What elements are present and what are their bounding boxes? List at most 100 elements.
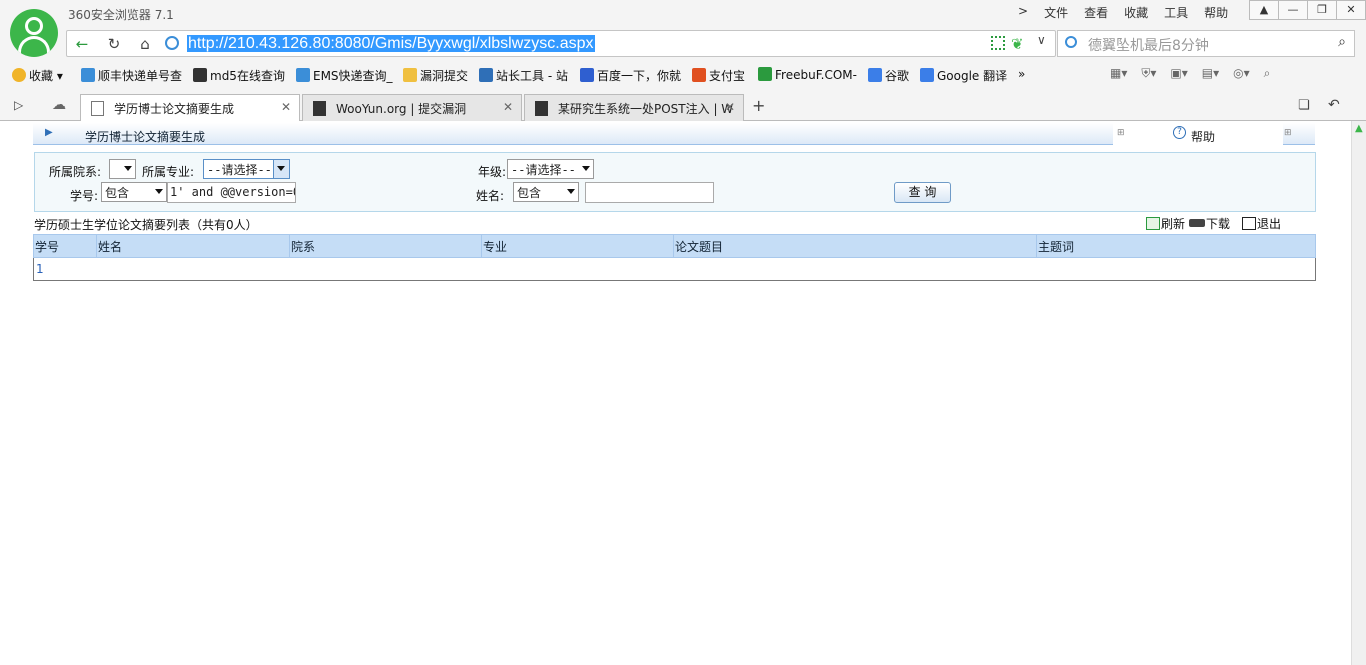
page-icon	[91, 101, 104, 116]
table-cell	[1037, 258, 1316, 281]
menu-tools[interactable]: 工具	[1164, 4, 1188, 21]
menu-view[interactable]: 查看	[1084, 4, 1108, 21]
arrow-right-icon: ▶	[45, 127, 53, 138]
vertical-scrollbar[interactable]: ▲	[1351, 121, 1366, 665]
cloud-icon[interactable]: ☁	[52, 97, 66, 113]
grade-select[interactable]: --请选择--	[507, 159, 594, 179]
minimize-button[interactable]: —	[1278, 0, 1308, 20]
undo-close-icon[interactable]: ↶	[1328, 97, 1340, 113]
search-engine-icon[interactable]	[1065, 36, 1077, 48]
major-select[interactable]: --请选择--	[203, 159, 290, 179]
column-header[interactable]: 院系	[289, 234, 482, 258]
search-icon[interactable]: ⌕	[1338, 34, 1346, 50]
dept-select[interactable]	[109, 159, 136, 179]
alipay-icon	[692, 68, 706, 82]
more-bookmarks-icon[interactable]: »	[1018, 67, 1025, 81]
close-tab-icon[interactable]: ✕	[503, 100, 513, 114]
chevron-down-icon[interactable]: ∨	[1037, 33, 1046, 47]
freebuf-icon	[758, 67, 772, 81]
shield-icon[interactable]: ⛨▾	[1141, 66, 1156, 81]
sidebar-toggle-icon[interactable]: ▷	[14, 98, 23, 112]
dropdown-arrow-icon	[277, 166, 285, 171]
help-link[interactable]: 帮助	[1191, 128, 1215, 145]
translate-icon	[920, 68, 934, 82]
wooyun-icon	[535, 101, 548, 116]
bookmark-item[interactable]: 站长工具 - 站	[479, 67, 568, 84]
menu-favorites[interactable]: 收藏	[1124, 4, 1148, 21]
bookmark-item[interactable]: Google 翻译	[920, 67, 1007, 84]
expand-icon[interactable]: ⊞	[1117, 128, 1125, 138]
apps-icon[interactable]: ▦▾	[1110, 66, 1127, 81]
dropdown-arrow-icon	[567, 189, 575, 194]
chevron-right-icon[interactable]: >	[1018, 4, 1028, 21]
wooyun-icon	[313, 101, 326, 116]
bookmark-item[interactable]: EMS快递查询_	[296, 67, 393, 84]
abstract-table: 学号 姓名 院系 专业 论文题目 主题词 1	[33, 234, 1316, 281]
bookmark-item[interactable]: 漏洞提交	[403, 67, 468, 84]
title-bar: 360安全浏览器 7.1 > 文件 查看 收藏 工具 帮助 ▲ — ❐ ✕	[0, 0, 1366, 30]
refresh-icon	[1146, 217, 1160, 230]
name-input[interactable]	[585, 182, 714, 203]
bookmark-favorites[interactable]: 收藏 ▾	[12, 67, 63, 84]
bookmark-item[interactable]: 支付宝	[692, 67, 745, 84]
site-globe-icon	[165, 36, 179, 50]
column-header[interactable]: 学号	[33, 234, 97, 258]
new-tab-button[interactable]: +	[752, 96, 765, 115]
table-cell[interactable]: 1	[34, 258, 97, 281]
refresh-button[interactable]: 刷新	[1146, 215, 1185, 232]
list-actions: 刷新 下载 退出	[1146, 215, 1281, 232]
name-mode-select[interactable]: 包含	[513, 182, 579, 202]
menu-file[interactable]: 文件	[1044, 4, 1068, 21]
exit-button[interactable]: 退出	[1242, 215, 1281, 232]
tab-post-injection[interactable]: 某研究生系统一处POST注入 | W ✕	[524, 94, 744, 121]
student-id-mode-select[interactable]: 包含	[101, 182, 167, 202]
column-header[interactable]: 主题词	[1036, 234, 1316, 258]
app-title: 360安全浏览器 7.1	[68, 8, 174, 22]
speed-mode-icon[interactable]: ❦	[1011, 35, 1024, 53]
hand-pointer-icon	[1189, 219, 1206, 227]
major-label: 所属专业:	[142, 165, 195, 179]
column-header[interactable]: 专业	[481, 234, 674, 258]
bookmark-item[interactable]: 谷歌	[868, 67, 909, 84]
filter-panel: 所属院系: 所属专业: --请选择-- 年级: --请选择-- 学号: 包含 1…	[34, 152, 1316, 212]
game-icon[interactable]: ◎▾	[1233, 66, 1250, 81]
skin-icon[interactable]: ▲	[1249, 0, 1279, 20]
star-icon	[12, 68, 26, 82]
download-button[interactable]: 下载	[1189, 215, 1230, 232]
url-input[interactable]: http://210.43.126.80:8080/Gmis/Byyxwgl/x…	[187, 35, 595, 52]
tab-list-icon[interactable]: ❏	[1298, 98, 1310, 113]
column-header[interactable]: 论文题目	[673, 234, 1037, 258]
search-box[interactable]: 德翼坠机最后8分钟 ⌕	[1057, 30, 1355, 57]
home-icon[interactable]: ⌂	[134, 34, 156, 54]
bookmark-item[interactable]: md5在线查询	[193, 67, 285, 84]
tab-thesis-abstract[interactable]: 学历博士论文摘要生成 ✕	[80, 94, 300, 122]
dropdown-arrow-icon	[155, 189, 163, 194]
qr-code-icon[interactable]	[991, 36, 1005, 50]
zoom-icon[interactable]: ⌕	[1264, 66, 1271, 81]
scroll-up-icon[interactable]: ▲	[1355, 123, 1363, 134]
address-bar[interactable]: ← ↻ ⌂ http://210.43.126.80:8080/Gmis/Byy…	[66, 30, 1056, 57]
list-title: 学历硕士生学位论文摘要列表（共有0人）	[34, 218, 258, 232]
maximize-button[interactable]: ❐	[1307, 0, 1337, 20]
pdf-icon[interactable]: ▣▾	[1170, 66, 1187, 81]
query-button[interactable]: 查 询	[894, 182, 951, 203]
back-arrow-icon[interactable]: ←	[71, 34, 93, 54]
bookmark-item[interactable]: 百度一下，你就	[580, 67, 681, 84]
student-id-input[interactable]: 1' and @@version=0-	[167, 182, 296, 203]
close-button[interactable]: ✕	[1336, 0, 1366, 20]
student-id-label: 学号:	[70, 189, 99, 203]
bookmark-item[interactable]: FreebuF.COM-	[758, 67, 857, 82]
expand-icon[interactable]: ⊞	[1284, 128, 1292, 138]
column-header[interactable]: 姓名	[96, 234, 290, 258]
bookmark-item[interactable]: 顺丰快递单号查	[81, 67, 182, 84]
tab-bar: ▷ ☁ 学历博士论文摘要生成 ✕ WooYun.org | 提交漏洞 ✕ 某研究…	[0, 92, 1366, 122]
menu-help[interactable]: 帮助	[1204, 4, 1228, 21]
close-tab-icon[interactable]: ✕	[281, 100, 291, 114]
close-tab-icon[interactable]: ✕	[725, 100, 735, 114]
tab-wooyun[interactable]: WooYun.org | 提交漏洞 ✕	[302, 94, 522, 121]
search-input[interactable]: 德翼坠机最后8分钟	[1088, 35, 1209, 55]
help-icon[interactable]: ?	[1173, 126, 1186, 139]
refresh-icon[interactable]: ↻	[103, 34, 125, 54]
screenshot-icon[interactable]: ▤▾	[1202, 66, 1219, 81]
user-avatar-icon[interactable]	[10, 9, 58, 57]
